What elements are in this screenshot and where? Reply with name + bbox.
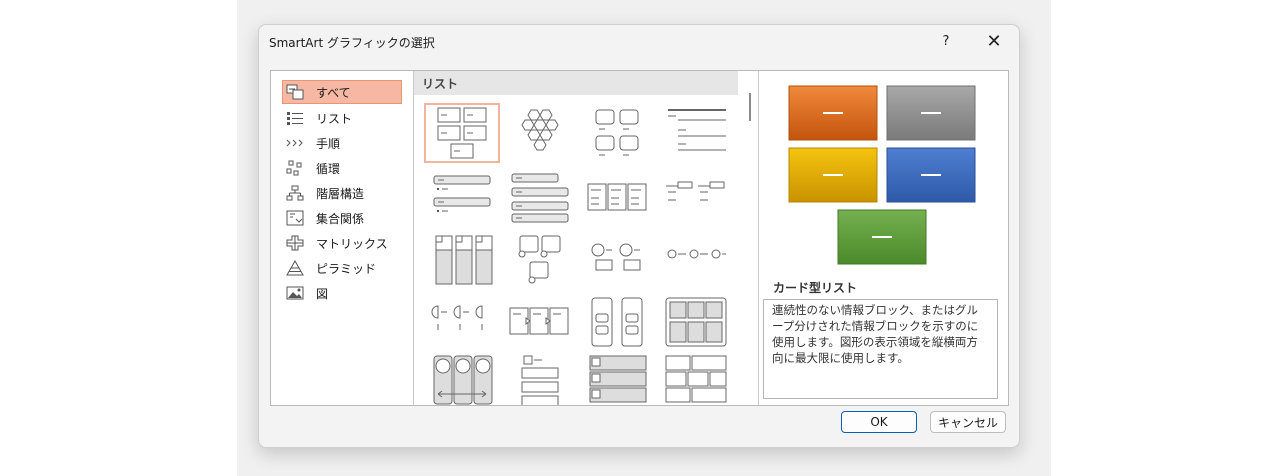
layout-bullet-boxes[interactable] xyxy=(582,171,654,227)
category-relationship[interactable]: 集合関係 xyxy=(283,207,401,229)
layout-circle-line-list-icon xyxy=(667,249,726,259)
layout-circle-arrow-list-icon xyxy=(433,355,493,405)
help-button[interactable]: ? xyxy=(932,30,960,52)
category-label: 階層構造 xyxy=(316,186,365,201)
layout-hexagon-cluster-icon xyxy=(521,109,559,151)
category-label: 循環 xyxy=(316,161,341,176)
layout-segmented-list[interactable] xyxy=(582,295,654,351)
layout-circle-label-list-icon xyxy=(591,243,641,271)
layout-square-accent-list[interactable] xyxy=(504,353,576,405)
cancel-button[interactable]: キャンセル xyxy=(930,411,1006,433)
close-button[interactable]: ✕ xyxy=(980,30,1008,52)
category-label: リスト xyxy=(316,111,353,126)
process-icon xyxy=(286,135,304,151)
category-picture[interactable]: 図 xyxy=(283,282,401,304)
all-icon xyxy=(286,84,304,100)
layout-lined-list-icon xyxy=(668,109,726,151)
preview-title: カード型リスト xyxy=(773,281,858,295)
category-label: すべて xyxy=(316,85,351,100)
layout-hexagon-cluster[interactable] xyxy=(504,105,576,161)
layout-vertical-box-list-icon xyxy=(435,235,493,285)
hierarchy-icon xyxy=(286,185,304,201)
layout-stacked-list[interactable] xyxy=(504,171,576,227)
gallery-scrollbar[interactable] xyxy=(742,71,758,405)
layout-grouped-block-list[interactable] xyxy=(660,295,732,351)
category-matrix[interactable]: マトリックス xyxy=(283,232,401,254)
ok-button[interactable]: OK xyxy=(841,411,917,433)
layout-bar-list-icon xyxy=(433,175,491,213)
layout-stacked-list-icon xyxy=(511,173,569,223)
relationship-icon xyxy=(286,210,304,226)
layout-picture-caption-list[interactable] xyxy=(504,233,576,289)
layout-horizontal-block-list[interactable] xyxy=(660,353,732,405)
layout-card-list[interactable] xyxy=(424,103,500,163)
category-label: 図 xyxy=(316,286,329,301)
category-pyramid[interactable]: ピラミッド xyxy=(283,257,401,279)
gallery-section-header: リスト xyxy=(414,71,738,95)
layout-table-list[interactable] xyxy=(582,353,654,405)
category-label: ピラミッド xyxy=(316,261,377,276)
smartart-dialog: SmartArt グラフィックの選択 ? ✕ すべて リスト 手順 循環 階層構… xyxy=(258,24,1020,448)
layout-tab-list-icon xyxy=(666,181,725,201)
layout-bar-list[interactable] xyxy=(426,171,498,227)
layout-rounded-grid-icon xyxy=(595,109,639,156)
scroll-thumb[interactable] xyxy=(749,93,751,121)
layout-arrow-box-list[interactable] xyxy=(504,295,576,351)
layout-lined-list[interactable] xyxy=(660,105,732,161)
category-cycle[interactable]: 循環 xyxy=(283,157,401,179)
category-list-item[interactable]: リスト xyxy=(283,107,401,129)
layout-tab-list[interactable] xyxy=(660,171,732,227)
cycle-icon xyxy=(286,160,304,176)
layout-vertical-box-list[interactable] xyxy=(426,233,498,289)
category-label: 手順 xyxy=(316,136,341,151)
layout-circle-arrow-list[interactable] xyxy=(426,353,498,405)
picture-icon xyxy=(286,285,304,301)
category-label: 集合関係 xyxy=(316,211,365,226)
layout-square-accent-list-icon xyxy=(521,355,559,405)
category-list: すべて リスト 手順 循環 階層構造 集合関係 マトリックス ピラミッド 図 xyxy=(271,71,414,405)
layout-circle-line-list[interactable] xyxy=(660,233,732,289)
preview-panel: カード型リスト 連続性のない情報ブロック、またはグループ分けされた情報ブロックを… xyxy=(759,71,1008,405)
preview-diagram xyxy=(788,85,976,265)
layout-segmented-list-icon xyxy=(591,297,643,347)
layout-table-list-icon xyxy=(589,355,647,403)
layout-horizontal-block-list-icon xyxy=(665,355,727,403)
content-area: すべて リスト 手順 循環 階層構造 集合関係 マトリックス ピラミッド 図 リ… xyxy=(270,70,1009,406)
category-hierarchy[interactable]: 階層構造 xyxy=(283,182,401,204)
list-icon xyxy=(286,110,304,126)
layout-rounded-grid[interactable] xyxy=(582,105,654,161)
preview-description: 連続性のない情報ブロック、またはグループ分けされた情報ブロックを示すのに使用しま… xyxy=(763,299,998,399)
layout-gallery: リスト xyxy=(414,71,759,405)
layout-half-circle-list[interactable] xyxy=(426,295,498,351)
layout-picture-caption-list-icon xyxy=(518,235,561,284)
layout-half-circle-list-icon xyxy=(431,305,483,330)
category-label: マトリックス xyxy=(316,236,388,251)
category-all[interactable]: すべて xyxy=(282,80,402,104)
matrix-icon xyxy=(286,235,304,251)
layout-circle-label-list[interactable] xyxy=(582,233,654,289)
pyramid-icon xyxy=(286,260,304,276)
category-process[interactable]: 手順 xyxy=(283,132,401,154)
layout-grouped-block-list-icon xyxy=(665,297,727,347)
layout-bullet-boxes-icon xyxy=(587,183,647,211)
layout-arrow-box-list-icon xyxy=(509,307,569,335)
layout-card-list-icon xyxy=(437,107,487,159)
dialog-title: SmartArt グラフィックの選択 xyxy=(269,36,435,50)
